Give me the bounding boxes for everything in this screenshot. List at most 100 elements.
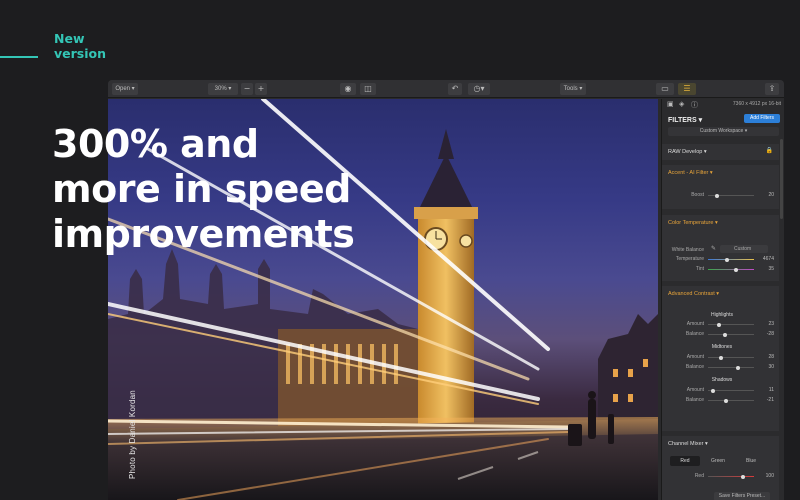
tab-red[interactable]: Red	[670, 456, 700, 466]
advanced-contrast-header[interactable]: Advanced Contrast ▾	[668, 291, 719, 297]
history-icon[interactable]: ◷▾	[468, 83, 490, 95]
tools-button[interactable]: Tools ▾	[560, 83, 586, 95]
tab-blue[interactable]: Blue	[736, 456, 766, 466]
channel-mixer-header[interactable]: Channel Mixer ▾	[668, 441, 708, 447]
slider-knob[interactable]	[740, 474, 745, 479]
red-slider[interactable]	[708, 474, 754, 479]
filters-title[interactable]: FILTERS ▾	[668, 116, 702, 124]
browse-icon[interactable]: ▭	[656, 83, 674, 95]
raw-develop-title: RAW Develop	[668, 149, 703, 155]
accent-ai-header[interactable]: Accent - AI Filter ▾	[668, 170, 713, 176]
tint-slider[interactable]	[708, 267, 754, 272]
white-balance-value: Custom	[734, 246, 752, 252]
slider-knob[interactable]	[733, 267, 738, 272]
workspace-select[interactable]: Custom Workspace ▾	[668, 127, 779, 136]
eye-icon[interactable]: ◉	[340, 83, 356, 95]
slider-knob[interactable]	[718, 355, 723, 360]
midtones-amount-label: Amount	[686, 354, 704, 360]
highlights-title: Highlights	[711, 312, 733, 318]
image-icon[interactable]: ▣	[667, 100, 674, 108]
info-icon[interactable]: ⓘ	[691, 100, 698, 110]
badge-underline	[0, 56, 38, 58]
slider-knob[interactable]	[735, 365, 740, 370]
shadows-amount-label: Amount	[686, 387, 704, 393]
lock-icon[interactable]: 🔒	[766, 147, 773, 154]
accent-ai-title: Accent - AI Filter	[668, 170, 709, 176]
slider-knob[interactable]	[725, 257, 730, 262]
slider-knob[interactable]	[723, 398, 728, 403]
toolbar: Open ▾ 30% ▾ − + ◉ ◫ ↶ ◷▾ Tools ▾ ▭ ☰ ⇪	[108, 80, 784, 98]
compare-icon[interactable]: ◫	[360, 83, 376, 95]
shadows-title: Shadows	[711, 377, 733, 383]
zoom-select[interactable]: 30% ▾	[208, 83, 238, 95]
color-temperature-section: Color Temperature ▾ White Balance ✎ Cust…	[662, 215, 779, 281]
filters-toggle-icon[interactable]: ☰	[678, 83, 696, 95]
highlights-balance-slider[interactable]	[708, 332, 754, 337]
midtones-amount-slider[interactable]	[708, 355, 754, 360]
headline-line-1: 300% and	[52, 122, 259, 166]
slider-knob[interactable]	[716, 322, 721, 327]
slider-knob[interactable]	[715, 193, 720, 198]
white-balance-label: White Balance	[671, 247, 704, 253]
highlights-amount-slider[interactable]	[708, 322, 754, 327]
headline: 300% and more in speed improvements	[52, 122, 392, 257]
headline-line-3: improvements	[52, 212, 355, 256]
filters-title-text: FILTERS	[668, 117, 697, 124]
headline-line-2: more in speed	[52, 167, 351, 211]
minus-icon[interactable]: −	[241, 83, 253, 95]
boost-slider[interactable]	[708, 193, 754, 198]
filters-panel: ▣ ◈ ⓘ 7360 x 4912 px 16-bit FILTERS ▾ Ad…	[661, 99, 784, 500]
save-filters-preset-button[interactable]: Save Filters Preset...	[714, 492, 770, 500]
highlights-amount-value: 23	[768, 321, 774, 327]
midtones-title: Midtones	[711, 344, 733, 350]
shadows-balance-value: -21	[766, 397, 774, 403]
share-icon[interactable]: ⇪	[765, 83, 779, 95]
color-temperature-header[interactable]: Color Temperature ▾	[668, 220, 718, 226]
temperature-slider[interactable]	[708, 257, 754, 262]
highlights-amount-label: Amount	[686, 321, 704, 327]
open-label: Open	[115, 86, 130, 92]
undo-icon[interactable]: ↶	[448, 83, 462, 95]
white-balance-select[interactable]: Custom	[720, 245, 768, 253]
accent-ai-section: Accent - AI Filter ▾ Boost 20	[662, 165, 779, 209]
slider-knob[interactable]	[722, 332, 727, 337]
badge-line-2: version	[54, 46, 107, 61]
temperature-label: Temperature	[675, 256, 704, 262]
shadows-amount-value: 11	[768, 387, 774, 393]
midtones-balance-slider[interactable]	[708, 365, 754, 370]
plus-icon[interactable]: +	[255, 83, 267, 95]
raw-develop-header[interactable]: RAW Develop ▾	[668, 149, 707, 155]
panel-scrollbar[interactable]	[780, 139, 783, 219]
highlights-balance-value: -28	[766, 331, 774, 337]
tools-label: Tools	[563, 86, 578, 92]
promo-page: New version Open ▾ 30% ▾ − + ◉ ◫ ↶ ◷▾ To…	[0, 0, 800, 500]
panel-top-bar: ▣ ◈ ⓘ 7360 x 4912 px 16-bit	[662, 99, 784, 111]
tab-green[interactable]: Green	[702, 456, 734, 466]
color-temperature-title: Color Temperature	[668, 220, 714, 226]
tint-value: 35	[768, 266, 774, 272]
boost-value: 20	[768, 192, 774, 198]
add-filters-button[interactable]: Add Filters	[744, 114, 780, 123]
open-button[interactable]: Open ▾	[112, 83, 138, 95]
raw-develop-section[interactable]: RAW Develop ▾ 🔒	[662, 144, 779, 160]
new-version-badge: New version	[54, 31, 106, 61]
tint-label: Tint	[695, 266, 704, 272]
slider-knob[interactable]	[711, 388, 716, 393]
photo-credit: Photo by Daniel Kordan	[128, 390, 137, 479]
midtones-balance-value: 30	[768, 364, 774, 370]
workspace-label: Custom Workspace	[699, 128, 744, 134]
channel-mixer-title: Channel Mixer	[668, 441, 704, 447]
pipette-icon[interactable]: ✎	[711, 245, 716, 252]
layers-icon[interactable]: ◈	[679, 100, 684, 108]
channel-mixer-section: Channel Mixer ▾ Red Green Blue Red 100	[662, 436, 779, 500]
highlights-balance-label: Balance	[685, 331, 704, 337]
image-dimensions: 7360 x 4912 px 16-bit	[732, 101, 781, 107]
shadows-balance-label: Balance	[685, 397, 704, 403]
red-value: 100	[765, 473, 774, 479]
shadows-balance-slider[interactable]	[708, 398, 754, 403]
shadows-amount-slider[interactable]	[708, 388, 754, 393]
temperature-value: 4674	[762, 256, 774, 262]
advanced-contrast-title: Advanced Contrast	[668, 291, 715, 297]
zoom-value: 30%	[214, 86, 227, 92]
red-label: Red	[694, 473, 704, 479]
